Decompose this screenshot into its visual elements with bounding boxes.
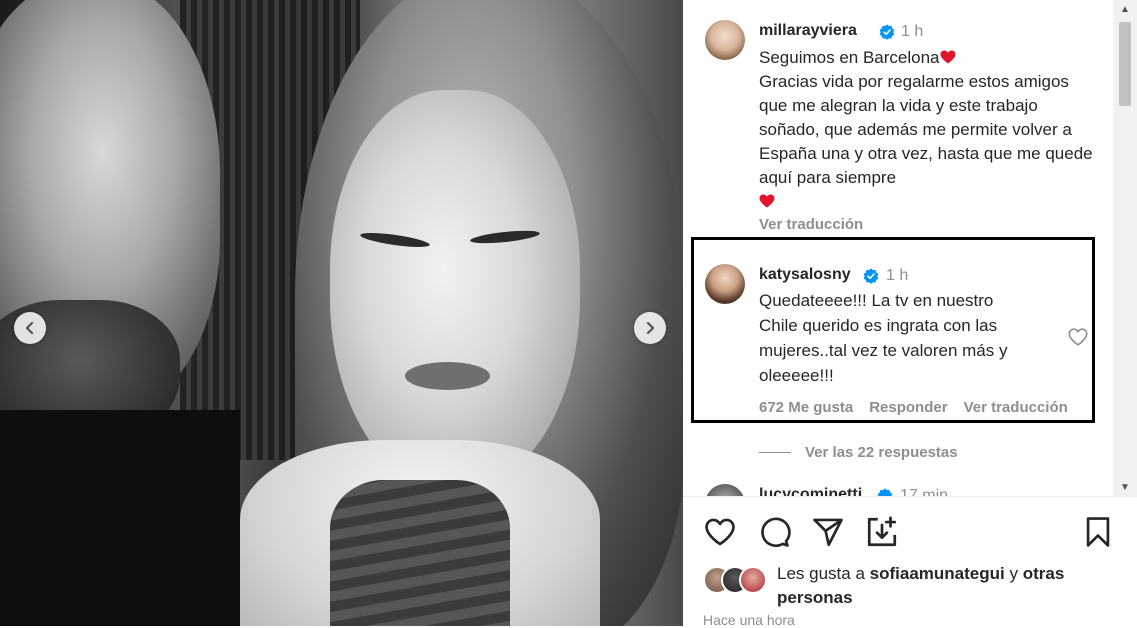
- comment-line: Chile querido es ingrata con las: [759, 316, 998, 335]
- bookmark-icon: [1086, 517, 1110, 547]
- heart-emoji-icon: [940, 50, 956, 64]
- scroll-down-arrow-icon[interactable]: ▼: [1113, 478, 1137, 496]
- view-replies-button[interactable]: Ver las 22 respuestas: [759, 444, 958, 461]
- comment-icon: [761, 517, 791, 548]
- verified-badge-icon: [863, 268, 879, 284]
- photo-man-body: [0, 410, 240, 626]
- comment-time: 1 h: [886, 267, 909, 284]
- likes-text: Les gusta a sofiaamunategui y otras pers…: [777, 562, 1107, 610]
- photo-woman-lips: [405, 362, 490, 390]
- commenter-avatar[interactable]: [705, 484, 745, 496]
- comment-meta: 672 Me gusta Responder Ver traducción: [759, 399, 1068, 416]
- photo-woman-shirt: [330, 480, 510, 626]
- comment-button[interactable]: [757, 515, 791, 549]
- replies-divider-line: [759, 452, 791, 453]
- commenter-username[interactable]: lucycominetti: [759, 486, 862, 496]
- likes-middle: y: [1009, 564, 1018, 583]
- comment-time: 17 min: [900, 487, 949, 496]
- previous-photo-button[interactable]: [14, 312, 46, 344]
- heart-icon[interactable]: [1067, 326, 1089, 348]
- verified-badge-icon: [877, 488, 893, 496]
- comment-translate-link[interactable]: Ver traducción: [964, 399, 1068, 416]
- caption-translate-link[interactable]: Ver traducción: [759, 216, 863, 233]
- view-replies-label: Ver las 22 respuestas: [805, 444, 958, 461]
- liker-avatars[interactable]: [703, 566, 773, 594]
- commenter-avatar[interactable]: [705, 264, 745, 304]
- likes-prefix: Les gusta a: [777, 564, 865, 583]
- comment-line: oleeeee!!!: [759, 366, 834, 385]
- post-action-bar: [683, 508, 1137, 556]
- post-caption: Seguimos en Barcelona Gracias vida por r…: [759, 46, 1099, 214]
- comment-line: mujeres..tal vez te valoren más y: [759, 341, 1008, 360]
- commenter-username[interactable]: katysalosny: [759, 266, 851, 284]
- like-button[interactable]: [703, 515, 737, 549]
- scroll-up-arrow-icon[interactable]: ▲: [1113, 0, 1137, 18]
- post-time: 1 h: [901, 23, 924, 40]
- add-to-collection-button[interactable]: [865, 515, 899, 549]
- author-avatar[interactable]: [705, 20, 745, 60]
- verified-badge-icon: [879, 24, 895, 40]
- scrollbar-thumb[interactable]: [1119, 22, 1131, 106]
- caption-line1: Seguimos en Barcelona: [759, 48, 940, 67]
- author-username[interactable]: millarayviera: [759, 22, 857, 40]
- chevron-right-icon: [646, 321, 655, 335]
- caption-body: Gracias vida por regalarme estos amigos …: [759, 72, 1093, 187]
- likes-summary: Les gusta a sofiaamunategui y otras pers…: [703, 562, 1123, 607]
- add-to-collection-icon: [867, 516, 897, 547]
- comment-text: Quedateeee!!! La tv en nuestro Chile que…: [759, 288, 1059, 388]
- heart-emoji-icon: [759, 194, 775, 208]
- comments-panel: millarayviera 1 h Seguimos en Barcelona …: [683, 0, 1137, 628]
- chevron-left-icon: [25, 321, 34, 335]
- photo-woman-face: [330, 90, 580, 490]
- liker-username-link[interactable]: sofiaamunategui: [870, 564, 1005, 583]
- comments-scrollbar[interactable]: ▲ ▼: [1113, 0, 1137, 496]
- comment-line: Quedateeee!!! La tv en nuestro: [759, 291, 994, 310]
- actions-divider: [683, 496, 1137, 497]
- post-photo: [0, 0, 683, 626]
- share-button[interactable]: [811, 515, 845, 549]
- liker-avatar: [739, 566, 767, 594]
- send-icon: [813, 518, 843, 547]
- comments-scroll-area[interactable]: millarayviera 1 h Seguimos en Barcelona …: [683, 0, 1113, 496]
- next-photo-button[interactable]: [634, 312, 666, 344]
- comment-likes-count[interactable]: 672 Me gusta: [759, 399, 853, 416]
- save-button[interactable]: [1081, 515, 1115, 549]
- reply-button[interactable]: Responder: [869, 399, 947, 416]
- heart-icon: [705, 518, 735, 546]
